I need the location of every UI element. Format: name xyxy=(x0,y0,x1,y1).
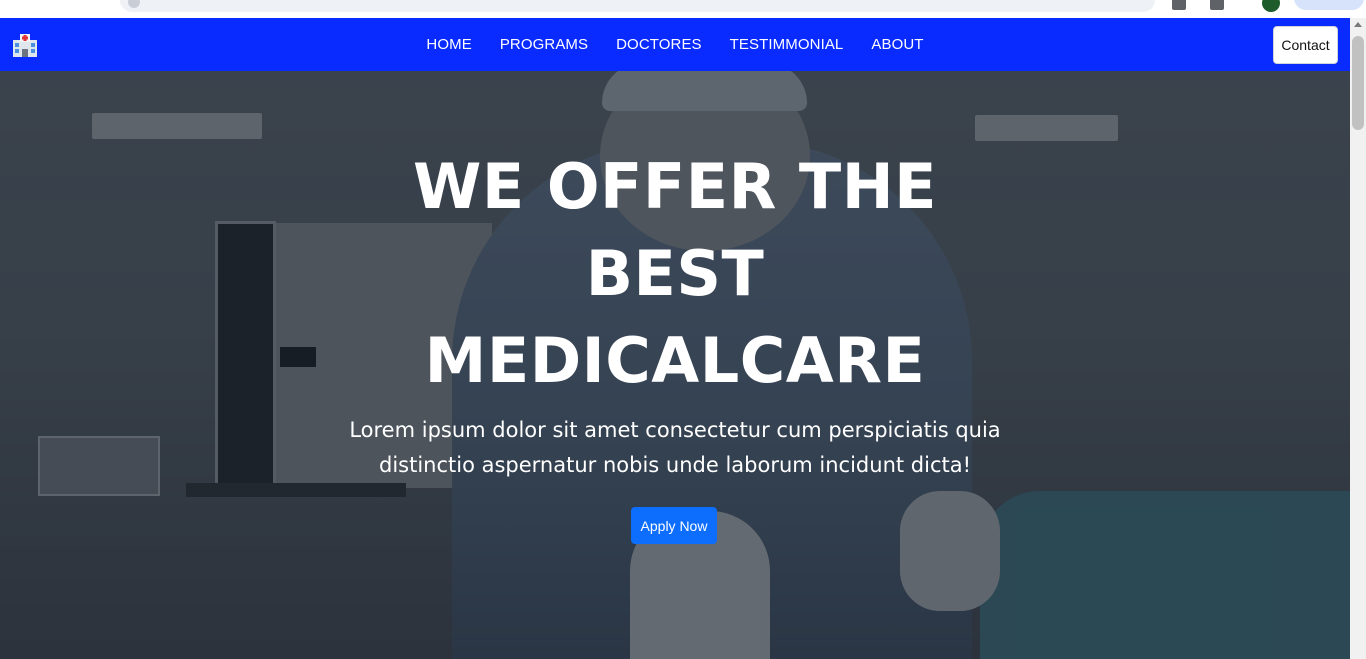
nav-link-testimmonial[interactable]: TESTIMMONIAL xyxy=(730,36,844,53)
apply-now-button[interactable]: Apply Now xyxy=(631,507,717,544)
navbar: HOME PROGRAMS DOCTORES TESTIMMONIAL ABOU… xyxy=(0,18,1350,71)
contact-button[interactable]: Contact xyxy=(1273,26,1338,64)
scroll-up-icon[interactable] xyxy=(1354,22,1362,27)
hero-description: Lorem ipsum dolor sit amet consectetur c… xyxy=(349,418,1001,477)
scrollbar-thumb[interactable] xyxy=(1352,36,1364,130)
browser-toolbar xyxy=(0,0,1366,19)
nav-link-programs[interactable]: PROGRAMS xyxy=(500,36,588,53)
nav-link-about[interactable]: ABOUT xyxy=(871,36,923,53)
address-bar[interactable] xyxy=(120,0,1155,12)
downloads-icon[interactable] xyxy=(1210,0,1224,10)
hero-section: WE OFFER THE BEST MEDICALCARE Lorem ipsu… xyxy=(0,71,1350,659)
hero-title: WE OFFER THE BEST MEDICALCARE xyxy=(413,150,937,397)
nav-link-doctores[interactable]: DOCTORES xyxy=(616,36,702,53)
nav-link-home[interactable]: HOME xyxy=(426,36,471,53)
nav-links: HOME PROGRAMS DOCTORES TESTIMMONIAL ABOU… xyxy=(0,18,1350,71)
profile-avatar[interactable] xyxy=(1262,0,1280,12)
extension-icon[interactable] xyxy=(1172,0,1186,10)
browser-menu-pill[interactable] xyxy=(1294,0,1364,10)
